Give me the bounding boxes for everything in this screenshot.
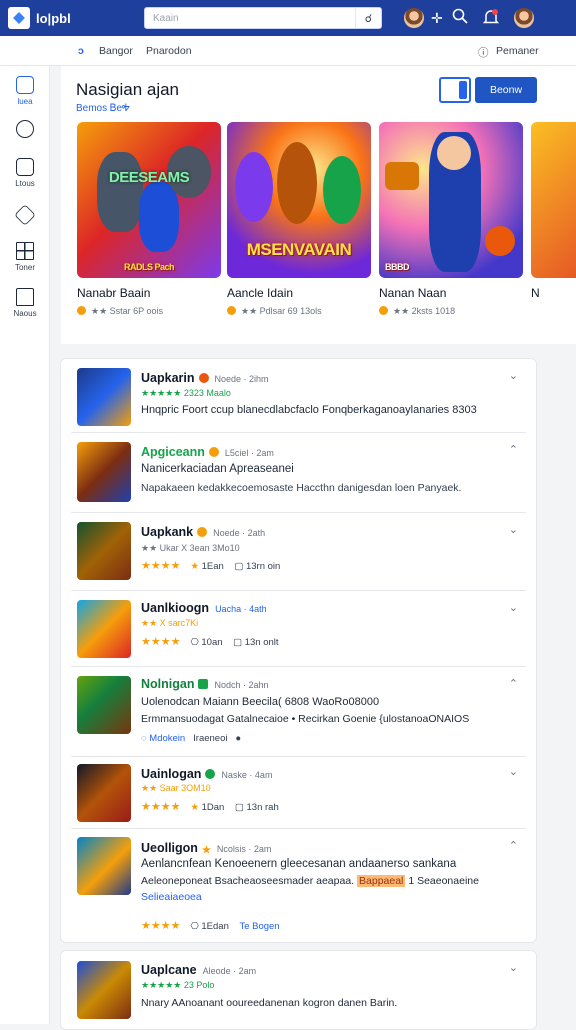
tag-icon <box>14 204 36 226</box>
info-icon[interactable]: ⓘ <box>478 45 489 60</box>
game-title: N <box>531 286 540 300</box>
star-badge-icon: ★ <box>201 845 211 856</box>
grid-icon <box>16 242 34 260</box>
game-list: Uapkarin Noede · 2ihm ★★★★★ 2323 Maalo Hn… <box>60 358 537 943</box>
game-list-secondary: Uaplcane Aleode · 2am ★★★★★ 23 Polo Nnary… <box>60 950 537 1030</box>
game-cover <box>531 122 576 278</box>
tag-link[interactable]: Mdokein <box>149 733 185 744</box>
verified-badge-icon <box>208 447 219 457</box>
game-thumbnail <box>77 676 131 734</box>
notifications-icon[interactable] <box>482 8 500 31</box>
verified-badge-icon <box>198 373 209 383</box>
collapse-chevron-icon[interactable]: ⌃ <box>509 443 518 456</box>
game-title: Aancle Idain <box>227 286 294 300</box>
game-thumbnail <box>77 764 131 822</box>
expand-chevron-icon[interactable]: ⌄ <box>509 765 518 778</box>
home-icon <box>16 76 34 94</box>
bookmark-icon: ⎔ <box>190 637 202 648</box>
list-item[interactable]: Uapkank Noede · 2ath ★★ Ukar X 3ean 3Mo10… <box>71 513 526 591</box>
secondary-nav: ↄ Bangor Pnarodon ⓘ Pemaner <box>0 36 576 66</box>
game-thumbnail <box>77 600 131 658</box>
profile-avatar[interactable] <box>514 8 534 28</box>
search-icon[interactable] <box>452 8 468 29</box>
user-avatar[interactable] <box>404 8 424 28</box>
sidebar-item-library[interactable]: Ltous <box>0 158 50 188</box>
game-card[interactable]: N <box>531 122 576 300</box>
game-thumbnail <box>77 368 131 426</box>
list-item[interactable]: Uainlogan Naske · 4am ★★ Saar 3OM10 ★★★★ ★… <box>71 757 526 829</box>
game-thumbnail <box>77 961 131 1019</box>
view-toggle[interactable] <box>439 77 471 103</box>
compass-icon <box>16 120 34 138</box>
verified-badge-icon <box>205 769 216 779</box>
section-title: Nasigian ajan <box>76 80 180 99</box>
list-item[interactable]: Uapkarin Noede · 2ihm ★★★★★ 2323 Maalo Hn… <box>71 359 526 433</box>
game-cover: BBBD <box>379 122 523 278</box>
calendar-icon: ▢ <box>233 637 243 648</box>
verified-badge-icon <box>197 527 208 537</box>
collapse-chevron-icon[interactable]: ⌃ <box>509 677 518 690</box>
search-placeholder: Kaain <box>153 12 179 24</box>
nav-item-pnarodon[interactable]: Pnarodon <box>146 45 192 57</box>
collapse-chevron-icon[interactable]: ⌃ <box>509 839 518 852</box>
library-icon <box>16 158 34 176</box>
browse-button[interactable]: Beonw <box>475 77 537 103</box>
top-bar: lo|pbl Kaain ☌ ✛ <box>0 0 576 36</box>
list-item[interactable]: Apgiceann L5ciel · 2am Nanicerkaciadan Ap… <box>71 433 526 513</box>
bookmark-icon: ⎔ <box>190 921 202 932</box>
section-subtitle[interactable]: Bemos ᏴeᎭ <box>76 103 130 114</box>
list-item[interactable]: Nolnigan Nodch · 2ahn Uolenodcan Maiann B… <box>71 667 526 757</box>
game-meta: ★★ Pdlsar 69 13ols <box>227 306 371 317</box>
game-card[interactable]: BBBD Nanan Naan ★★ 2ksts 1018 <box>379 122 523 317</box>
nav-item-bangor[interactable]: Bangor <box>99 45 133 57</box>
featured-section: Nasigian ajan Bemos ᏴeᎭ Beonw DEESEAMS R… <box>61 66 576 344</box>
sidebar-item-grid[interactable]: Toner <box>0 242 50 272</box>
logo-icon <box>8 7 30 29</box>
game-thumbnail <box>77 522 131 580</box>
app-logo[interactable]: lo|pbl <box>8 7 71 29</box>
game-cover: DEESEAMS RADLS Pach <box>77 122 221 278</box>
plus-icon[interactable]: ✛ <box>431 8 443 28</box>
sidebar-item-house[interactable]: Naous <box>0 288 50 318</box>
back-icon[interactable]: ↄ <box>78 45 84 57</box>
verified-badge-icon <box>198 679 209 689</box>
game-card[interactable]: DEESEAMS RADLS Pach Nanabr Baain ★★ Ssta… <box>77 122 221 317</box>
list-item[interactable]: Uaplcane Aleode · 2am ★★★★★ 23 Polo Nnary… <box>71 951 526 1025</box>
game-thumbnail <box>77 442 131 502</box>
game-thumbnail <box>77 837 131 895</box>
game-title: Nanan Naan <box>379 286 447 300</box>
sidebar-item-tag[interactable] <box>0 204 50 226</box>
sidebar-item-compass[interactable] <box>0 120 50 138</box>
expand-chevron-icon[interactable]: ⌄ <box>509 601 518 614</box>
game-meta: ★★ 2ksts 1018 <box>379 306 523 317</box>
expand-chevron-icon[interactable]: ⌄ <box>509 523 518 536</box>
search-submit-button[interactable]: ☌ <box>355 8 381 28</box>
game-meta: ★★ Sstar 6P oois <box>77 306 221 317</box>
brand-name: lo|pbl <box>36 10 71 26</box>
expand-chevron-icon[interactable]: ⌄ <box>509 369 518 382</box>
calendar-icon: ▢ <box>234 561 244 572</box>
calendar-icon: ▢ <box>234 802 244 813</box>
nav-item-pemaner[interactable]: Pemaner <box>496 45 539 57</box>
game-link[interactable]: Te Bogen <box>239 921 279 932</box>
house-icon <box>16 288 34 306</box>
list-item[interactable]: Ueolligon ★ Ncolsis · 2am Aenlancnfean Ken… <box>71 829 526 943</box>
sidebar: luea Ltous Toner Naous <box>0 66 50 1024</box>
search-input[interactable]: Kaain ☌ <box>144 7 382 29</box>
game-cover: MSENVAVAIN <box>227 122 371 278</box>
sidebar-item-home[interactable]: luea <box>0 76 50 106</box>
game-card[interactable]: MSENVAVAIN Aancle Idain ★★ Pdlsar 69 13o… <box>227 122 371 317</box>
expand-chevron-icon[interactable]: ⌄ <box>509 961 518 974</box>
dot-icon: ● <box>235 733 242 744</box>
list-item[interactable]: Uanlkioogn Uacha · 4ath ★★ X sarc7Ki ★★★★… <box>71 591 526 667</box>
game-title: Nanabr Baain <box>77 286 151 300</box>
